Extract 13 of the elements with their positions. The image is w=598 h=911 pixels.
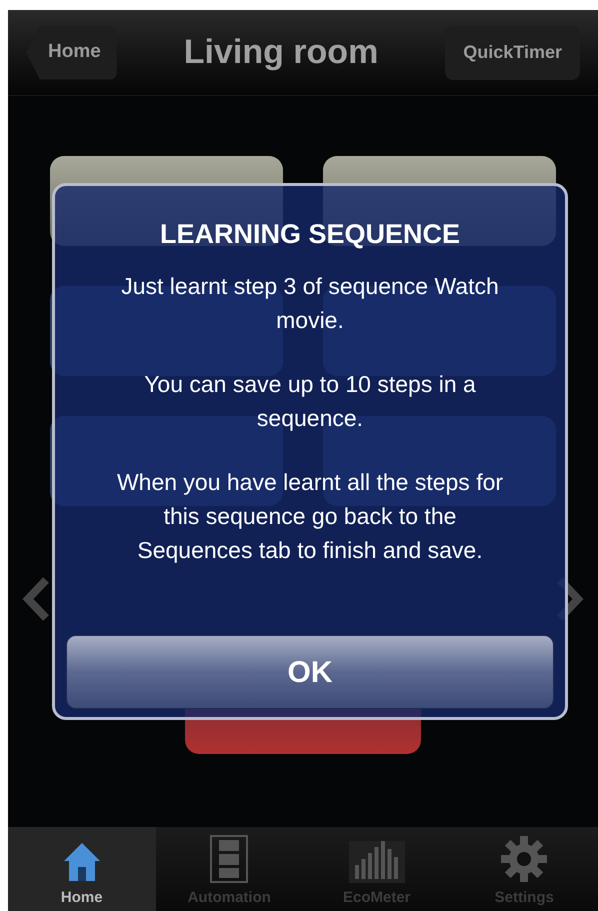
film-strip-icon [210,834,248,882]
alert-message: You can save up to 10 steps in a sequence. [143,370,477,433]
alert-message: Just learnt step 3 of sequence Watch movie. [120,272,500,334]
ok-button[interactable]: OK [66,635,554,709]
tab-bar-item[interactable]: Home [8,827,156,911]
bar-graph-icon [348,840,405,882]
back-button[interactable]: Home [26,26,117,80]
house-icon [62,840,102,882]
screen-title: Living room [184,32,378,73]
alert-message: When you have learnt all the steps for this sequence go back to the Sequences tab to finish and save. [116,468,504,565]
quicktimer-button[interactable]: QuickTimer [445,26,580,80]
settings-icon [500,834,548,882]
alert-title: LEARNING SEQUENCE [160,218,460,251]
